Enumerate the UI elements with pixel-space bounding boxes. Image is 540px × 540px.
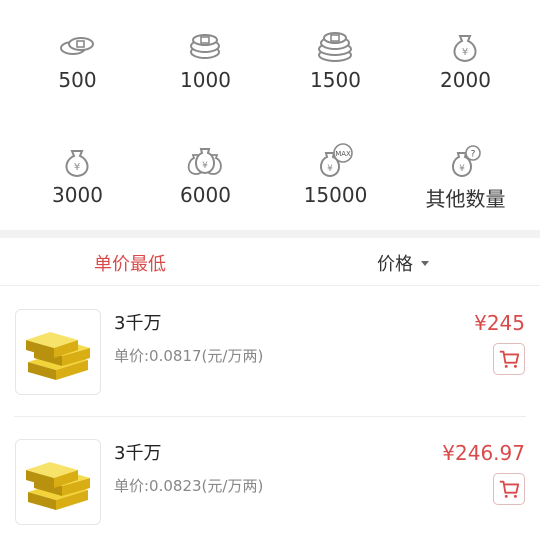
- svg-text:¥: ¥: [327, 164, 333, 174]
- cart-icon: [499, 480, 520, 498]
- coins-small-icon: [60, 37, 94, 55]
- amount-option-2000[interactable]: ¥ 2000: [398, 0, 533, 115]
- svg-text:¥: ¥: [459, 164, 465, 174]
- amount-label: 2000: [440, 68, 491, 92]
- listing-title: 3千万: [114, 443, 162, 464]
- sort-lowest-unit-price[interactable]: 单价最低: [94, 250, 166, 276]
- svg-text:¥: ¥: [74, 162, 80, 173]
- listing-title: 3千万: [114, 313, 162, 334]
- svg-text:¥: ¥: [462, 47, 468, 58]
- amount-option-1500[interactable]: 1500: [268, 0, 403, 115]
- amount-option-3000[interactable]: ¥ 3000: [10, 115, 145, 230]
- amount-label: 1000: [180, 68, 231, 92]
- listing-unit-price: 单价:0.0817(元/万两): [114, 347, 264, 365]
- amount-option-1000[interactable]: 1000: [138, 0, 273, 115]
- amount-option-other[interactable]: ¥ ? 其他数量: [398, 115, 533, 230]
- money-bags-icon: ¥: [187, 148, 222, 175]
- coins-stack-icon: [190, 34, 220, 59]
- amount-grid: 500 1000 1500 ¥ 2000 ¥ 3000 ¥ 6000 ¥ MAX…: [0, 0, 540, 230]
- amount-option-6000[interactable]: ¥ 6000: [138, 115, 273, 230]
- amount-label: 6000: [180, 183, 231, 207]
- amount-label: 15000: [303, 183, 368, 207]
- add-to-cart-button[interactable]: [493, 343, 525, 375]
- amount-option-500[interactable]: 500: [10, 0, 145, 115]
- amount-option-15000[interactable]: ¥ MAX 15000: [268, 115, 403, 230]
- amount-label: 500: [58, 68, 97, 92]
- svg-text:¥: ¥: [202, 161, 208, 171]
- gold-bars-thumbnail: [15, 309, 101, 395]
- amount-label: 3000: [52, 183, 103, 207]
- money-bag-question-icon: ¥ ?: [452, 145, 481, 178]
- listing-item[interactable]: 3千万 单价:0.0817(元/万两) ¥245: [0, 287, 540, 417]
- sort-price-label: 价格: [377, 254, 413, 275]
- sort-bar: 单价最低 价格: [0, 238, 540, 286]
- money-bag-icon: ¥: [65, 150, 89, 178]
- money-bag-icon: ¥: [453, 35, 477, 63]
- listing-price: ¥245: [474, 311, 525, 335]
- dropdown-arrow-icon: [421, 260, 429, 266]
- listing-unit-price: 单价:0.0823(元/万两): [114, 477, 264, 495]
- svg-text:?: ?: [471, 150, 476, 160]
- add-to-cart-button[interactable]: [493, 473, 525, 505]
- listing-item[interactable]: 3千万 单价:0.0823(元/万两) ¥246.97: [0, 417, 540, 540]
- money-bag-max-icon: ¥ MAX: [320, 143, 353, 178]
- sort-price[interactable]: 价格: [377, 250, 429, 276]
- svg-text:MAX: MAX: [335, 150, 351, 158]
- listing-price: ¥246.97: [442, 441, 525, 465]
- gold-bars-thumbnail: [15, 439, 101, 525]
- coins-pile-icon: [318, 32, 352, 62]
- cart-icon: [499, 350, 520, 368]
- section-divider: [0, 230, 540, 238]
- gold-bars-icon: [26, 462, 90, 510]
- amount-label: 其他数量: [425, 187, 506, 211]
- gold-bars-icon: [26, 332, 90, 380]
- amount-label: 1500: [310, 68, 361, 92]
